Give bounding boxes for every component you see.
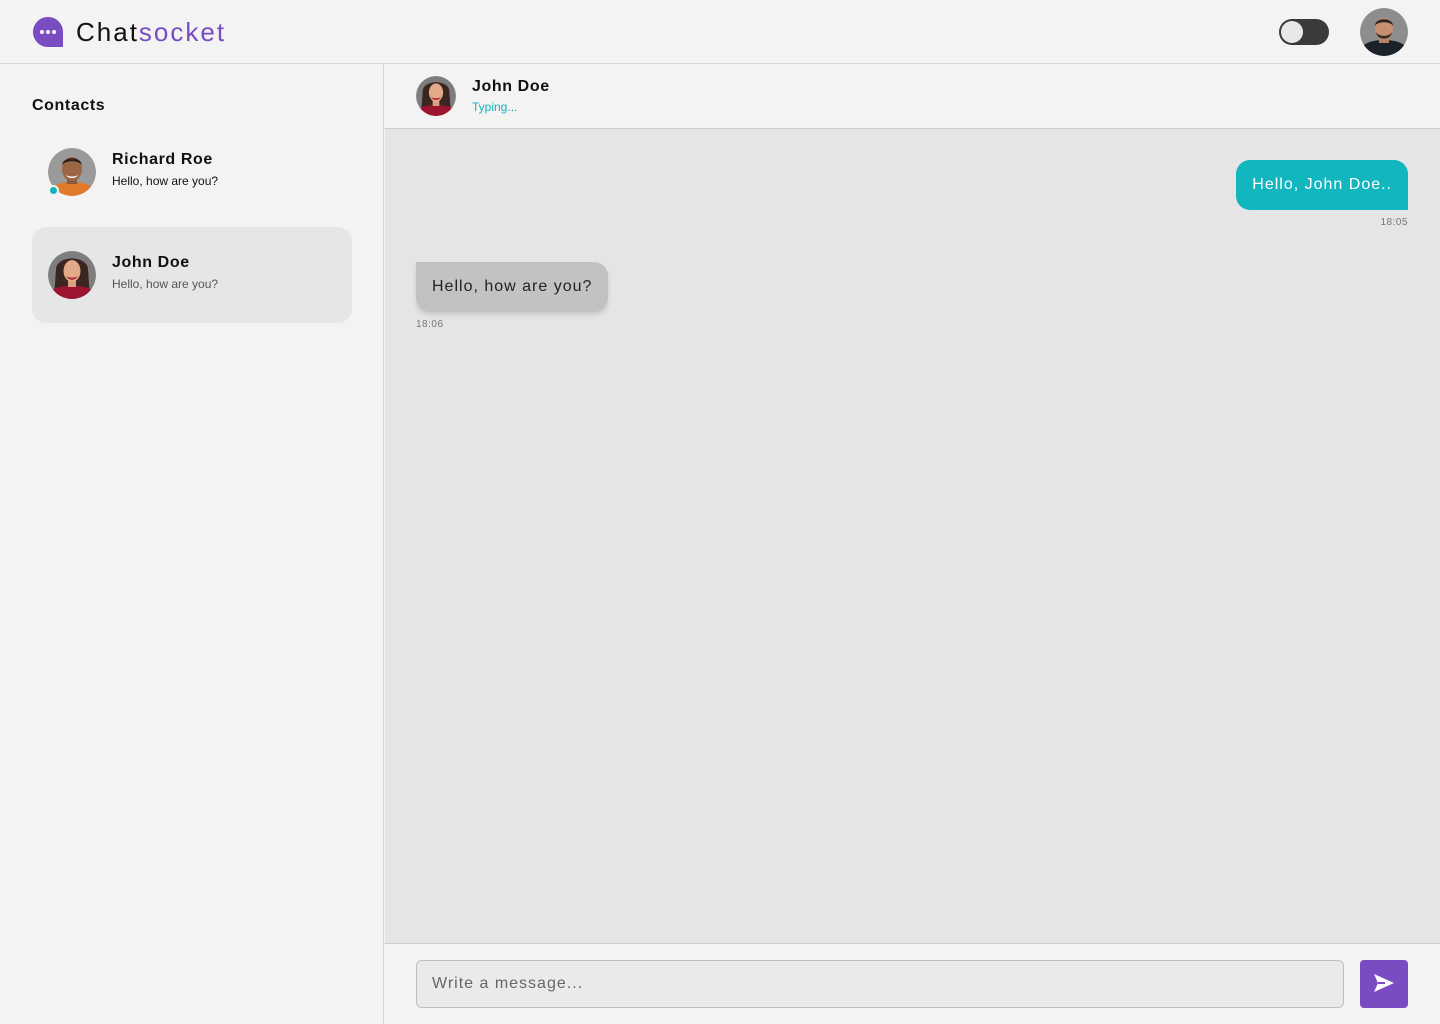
- chat-contact-name: John Doe: [472, 78, 550, 95]
- app-name-part2: socket: [138, 17, 227, 47]
- send-icon: [1373, 972, 1395, 997]
- contacts-sidebar: Contacts Richard Roe Hello, how are you?: [0, 64, 384, 1024]
- toggle-knob: [1281, 21, 1303, 43]
- message-input[interactable]: [416, 960, 1344, 1008]
- message-list[interactable]: Hello, John Doe.. 18:05 Hello, how are y…: [385, 129, 1440, 943]
- online-status-dot: [48, 185, 59, 196]
- contact-last-message: Hello, how are you?: [112, 277, 219, 291]
- chat-bubble-icon: [32, 16, 64, 48]
- user-avatar[interactable]: [1360, 8, 1408, 56]
- app-name-part1: Chat: [76, 17, 139, 47]
- contacts-title: Contacts: [32, 97, 106, 114]
- theme-toggle[interactable]: [1279, 19, 1329, 45]
- app-name: Chatsocket: [76, 16, 226, 48]
- received-message-bubble: Hello, how are you?: [416, 262, 609, 312]
- contact-item-richard-roe[interactable]: Richard Roe Hello, how are you?: [32, 124, 352, 220]
- brand[interactable]: Chatsocket: [32, 16, 226, 48]
- contact-name: John Doe: [112, 254, 190, 271]
- send-button[interactable]: [1360, 960, 1408, 1008]
- chat-header: John Doe Typing...: [384, 64, 1440, 129]
- message-composer: [384, 943, 1440, 1024]
- avatar: [48, 251, 96, 299]
- message-timestamp: 18:05: [1380, 217, 1408, 228]
- contact-last-message: Hello, how are you?: [112, 174, 219, 188]
- typing-status: Typing...: [472, 100, 518, 114]
- sent-message-bubble: Hello, John Doe..: [1236, 160, 1408, 210]
- top-bar: Chatsocket: [0, 0, 1440, 64]
- message-timestamp: 18:06: [416, 319, 444, 330]
- contact-item-john-doe[interactable]: John Doe Hello, how are you?: [32, 227, 352, 323]
- chat-contact-avatar[interactable]: [416, 76, 456, 116]
- contact-name: Richard Roe: [112, 151, 213, 168]
